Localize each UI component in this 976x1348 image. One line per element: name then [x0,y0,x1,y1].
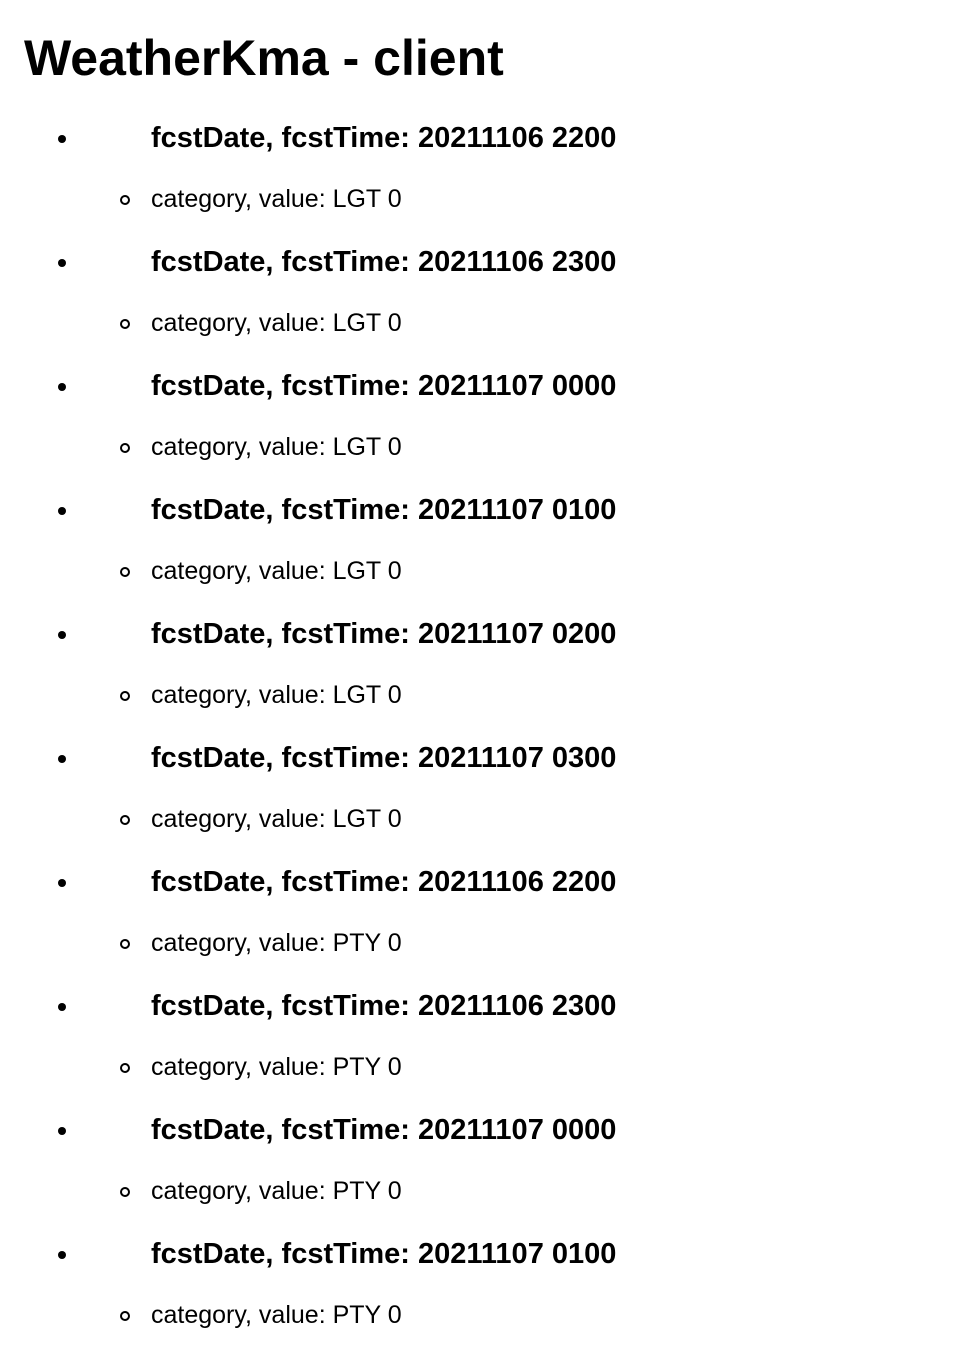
forecast-value: category, value: PTY 0 [151,1053,402,1081]
bullet-disc-icon [58,755,66,763]
forecast-heading: fcstDate, fcstTime: 20211107 0000 [151,370,617,402]
forecast-item: fcstDate, fcstTime: 20211107 0000 catego… [0,1100,976,1224]
forecast-value: category, value: LGT 0 [151,681,402,709]
forecast-value: category, value: LGT 0 [151,433,402,461]
forecast-heading: fcstDate, fcstTime: 20211107 0200 [151,618,617,650]
forecast-heading: fcstDate, fcstTime: 20211107 0100 [151,1238,617,1270]
bullet-circle-icon [120,939,130,949]
forecast-heading: fcstDate, fcstTime: 20211107 0300 [151,742,617,774]
bullet-circle-icon [120,691,130,701]
forecast-item: fcstDate, fcstTime: 20211107 0200 catego… [0,604,976,728]
forecast-heading: fcstDate, fcstTime: 20211106 2200 [151,122,617,154]
forecast-item: fcstDate, fcstTime: 20211107 0000 catego… [0,356,976,480]
bullet-disc-icon [58,507,66,515]
forecast-item: fcstDate, fcstTime: 20211107 0100 catego… [0,1224,976,1348]
forecast-value: category, value: LGT 0 [151,557,402,585]
forecast-value: category, value: LGT 0 [151,185,402,213]
bullet-disc-icon [58,631,66,639]
page-title: WeatherKma - client [24,30,504,86]
forecast-value: category, value: PTY 0 [151,1177,402,1205]
bullet-circle-icon [120,567,130,577]
forecast-item: fcstDate, fcstTime: 20211106 2200 catego… [0,852,976,976]
bullet-disc-icon [58,259,66,267]
forecast-heading: fcstDate, fcstTime: 20211107 0100 [151,494,617,526]
bullet-disc-icon [58,135,66,143]
bullet-circle-icon [120,815,130,825]
bullet-circle-icon [120,443,130,453]
bullet-circle-icon [120,319,130,329]
forecast-value: category, value: PTY 0 [151,1301,402,1329]
forecast-item: fcstDate, fcstTime: 20211107 0300 catego… [0,728,976,852]
forecast-heading: fcstDate, fcstTime: 20211107 0000 [151,1114,617,1146]
forecast-value: category, value: LGT 0 [151,805,402,833]
bullet-circle-icon [120,1063,130,1073]
forecast-item: fcstDate, fcstTime: 20211107 0100 catego… [0,480,976,604]
bullet-circle-icon [120,195,130,205]
forecast-value: category, value: PTY 0 [151,929,402,957]
forecast-heading: fcstDate, fcstTime: 20211106 2200 [151,866,617,898]
bullet-circle-icon [120,1187,130,1197]
forecast-heading: fcstDate, fcstTime: 20211106 2300 [151,246,617,278]
bullet-disc-icon [58,1251,66,1259]
forecast-heading: fcstDate, fcstTime: 20211106 2300 [151,990,617,1022]
bullet-disc-icon [58,1003,66,1011]
forecast-list: fcstDate, fcstTime: 20211106 2200 catego… [0,108,976,1348]
forecast-item: fcstDate, fcstTime: 20211106 2200 catego… [0,108,976,232]
bullet-circle-icon [120,1311,130,1321]
forecast-item: fcstDate, fcstTime: 20211106 2300 catego… [0,232,976,356]
forecast-value: category, value: LGT 0 [151,309,402,337]
bullet-disc-icon [58,1127,66,1135]
bullet-disc-icon [58,879,66,887]
bullet-disc-icon [58,383,66,391]
forecast-item: fcstDate, fcstTime: 20211106 2300 catego… [0,976,976,1100]
